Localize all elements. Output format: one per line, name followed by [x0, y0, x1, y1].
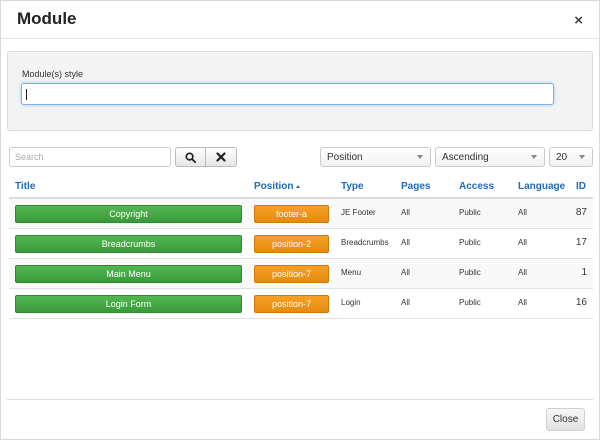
- header-id[interactable]: ID: [576, 181, 586, 192]
- order-select[interactable]: Ascending: [435, 147, 545, 167]
- sort-ascending-icon: [296, 184, 301, 188]
- limit-select-value: 20: [556, 152, 568, 163]
- order-select-value: Ascending: [442, 152, 489, 163]
- chevron-down-icon: [417, 155, 423, 159]
- module-language: All: [518, 298, 527, 307]
- close-icon: [216, 152, 226, 162]
- module-type: Menu: [341, 268, 362, 277]
- close-button[interactable]: Close: [546, 408, 585, 431]
- position-select[interactable]: Position: [320, 147, 431, 167]
- module-title-button[interactable]: Main Menu: [15, 265, 242, 283]
- module-title-button[interactable]: Copyright: [15, 205, 242, 223]
- module-title-button[interactable]: Breadcrumbs: [15, 235, 242, 253]
- close-icon[interactable]: ×: [574, 12, 583, 29]
- module-style-label: Module(s) style: [22, 69, 84, 79]
- modal-header: Module ×: [1, 1, 600, 39]
- module-position-button[interactable]: position-2: [254, 235, 329, 253]
- module-pages: All: [401, 208, 410, 217]
- chevron-down-icon: [531, 155, 537, 159]
- search-button-group: [175, 147, 237, 167]
- header-language[interactable]: Language: [518, 181, 565, 192]
- module-id: 17: [575, 237, 587, 248]
- position-select-value: Position: [327, 152, 363, 163]
- module-access: Public: [459, 268, 481, 277]
- module-style-input[interactable]: [21, 83, 554, 105]
- table-row: Login Form position-7 Login All Public A…: [9, 289, 593, 319]
- header-type[interactable]: Type: [341, 181, 364, 192]
- module-position-button[interactable]: position-7: [254, 265, 329, 283]
- header-position-label: Position: [254, 181, 294, 192]
- module-access: Public: [459, 208, 481, 217]
- module-modal: Module × Module(s) style Position Ascend…: [0, 0, 600, 440]
- footer-divider: [7, 399, 593, 400]
- table-row: Main Menu position-7 Menu All Public All…: [9, 259, 593, 289]
- module-position-button[interactable]: position-7: [254, 295, 329, 313]
- header-title[interactable]: Title: [15, 181, 35, 192]
- module-access: Public: [459, 238, 481, 247]
- module-language: All: [518, 238, 527, 247]
- limit-select[interactable]: 20: [549, 147, 593, 167]
- module-access: Public: [459, 298, 481, 307]
- module-language: All: [518, 208, 527, 217]
- table-row: Copyright footer-a JE Footer All Public …: [9, 199, 593, 229]
- module-language: All: [518, 268, 527, 277]
- search-icon: [185, 151, 196, 163]
- module-id: 87: [575, 207, 587, 218]
- search-button[interactable]: [175, 147, 206, 167]
- header-pages[interactable]: Pages: [401, 181, 430, 192]
- header-position[interactable]: Position: [254, 181, 301, 192]
- text-caret: [26, 89, 27, 100]
- table-row: Breadcrumbs position-2 Breadcrumbs All P…: [9, 229, 593, 259]
- search-input[interactable]: [9, 147, 171, 167]
- module-type: JE Footer: [341, 208, 376, 217]
- module-position-button[interactable]: footer-a: [254, 205, 329, 223]
- module-id: 1: [581, 267, 587, 278]
- style-panel: Module(s) style: [7, 51, 593, 131]
- chevron-down-icon: [579, 155, 585, 159]
- module-pages: All: [401, 298, 410, 307]
- modal-title: Module: [17, 9, 77, 28]
- module-type: Breadcrumbs: [341, 238, 389, 247]
- module-pages: All: [401, 238, 410, 247]
- module-type: Login: [341, 298, 361, 307]
- module-title-button[interactable]: Login Form: [15, 295, 242, 313]
- module-id: 16: [575, 297, 587, 308]
- clear-button[interactable]: [206, 147, 237, 167]
- module-pages: All: [401, 268, 410, 277]
- header-access[interactable]: Access: [459, 181, 494, 192]
